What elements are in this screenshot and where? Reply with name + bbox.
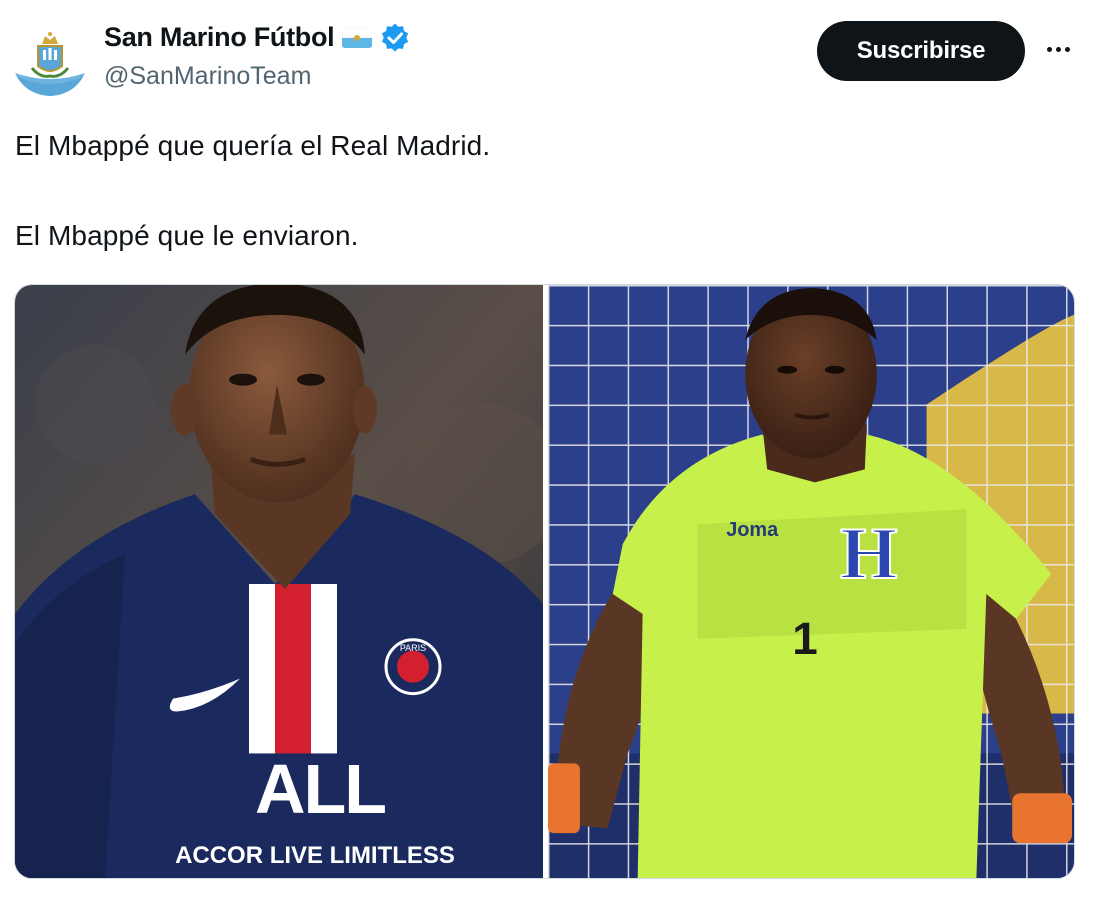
- san-marino-crest-icon: [12, 20, 88, 96]
- more-options-icon[interactable]: [1040, 34, 1076, 64]
- author-avatar[interactable]: [12, 20, 88, 96]
- sponsor-logo: ALL: [255, 750, 385, 828]
- photo-goalkeeper[interactable]: Joma H 1: [548, 285, 1074, 878]
- tweet-media-grid: PARIS ALL ACCOR LIVE LIMITLESS Joma H 1: [14, 284, 1075, 879]
- jersey-sponsor-text: ACCOR LIVE LIMITLESS: [175, 842, 455, 869]
- author-name-row: San Marino Fútbol: [104, 22, 410, 53]
- subscribe-button[interactable]: Suscribirse: [817, 21, 1025, 81]
- author-handle[interactable]: @SanMarinoTeam: [104, 62, 311, 91]
- verified-badge-icon: [380, 22, 410, 53]
- jersey-number: 1: [792, 613, 817, 664]
- san-marino-flag-icon: [342, 27, 373, 48]
- author-display-name[interactable]: San Marino Fútbol: [104, 22, 335, 53]
- jersey-brand: Joma: [726, 519, 779, 541]
- chest-letter: H: [840, 512, 897, 594]
- tweet-text-line-1: El Mbappé que quería el Real Madrid.: [15, 130, 491, 161]
- tweet-text-line-2: El Mbappé que le enviaron.: [15, 220, 359, 251]
- photo-psg-player[interactable]: PARIS ALL ACCOR LIVE LIMITLESS: [15, 285, 543, 878]
- crest-text: PARIS: [400, 643, 426, 653]
